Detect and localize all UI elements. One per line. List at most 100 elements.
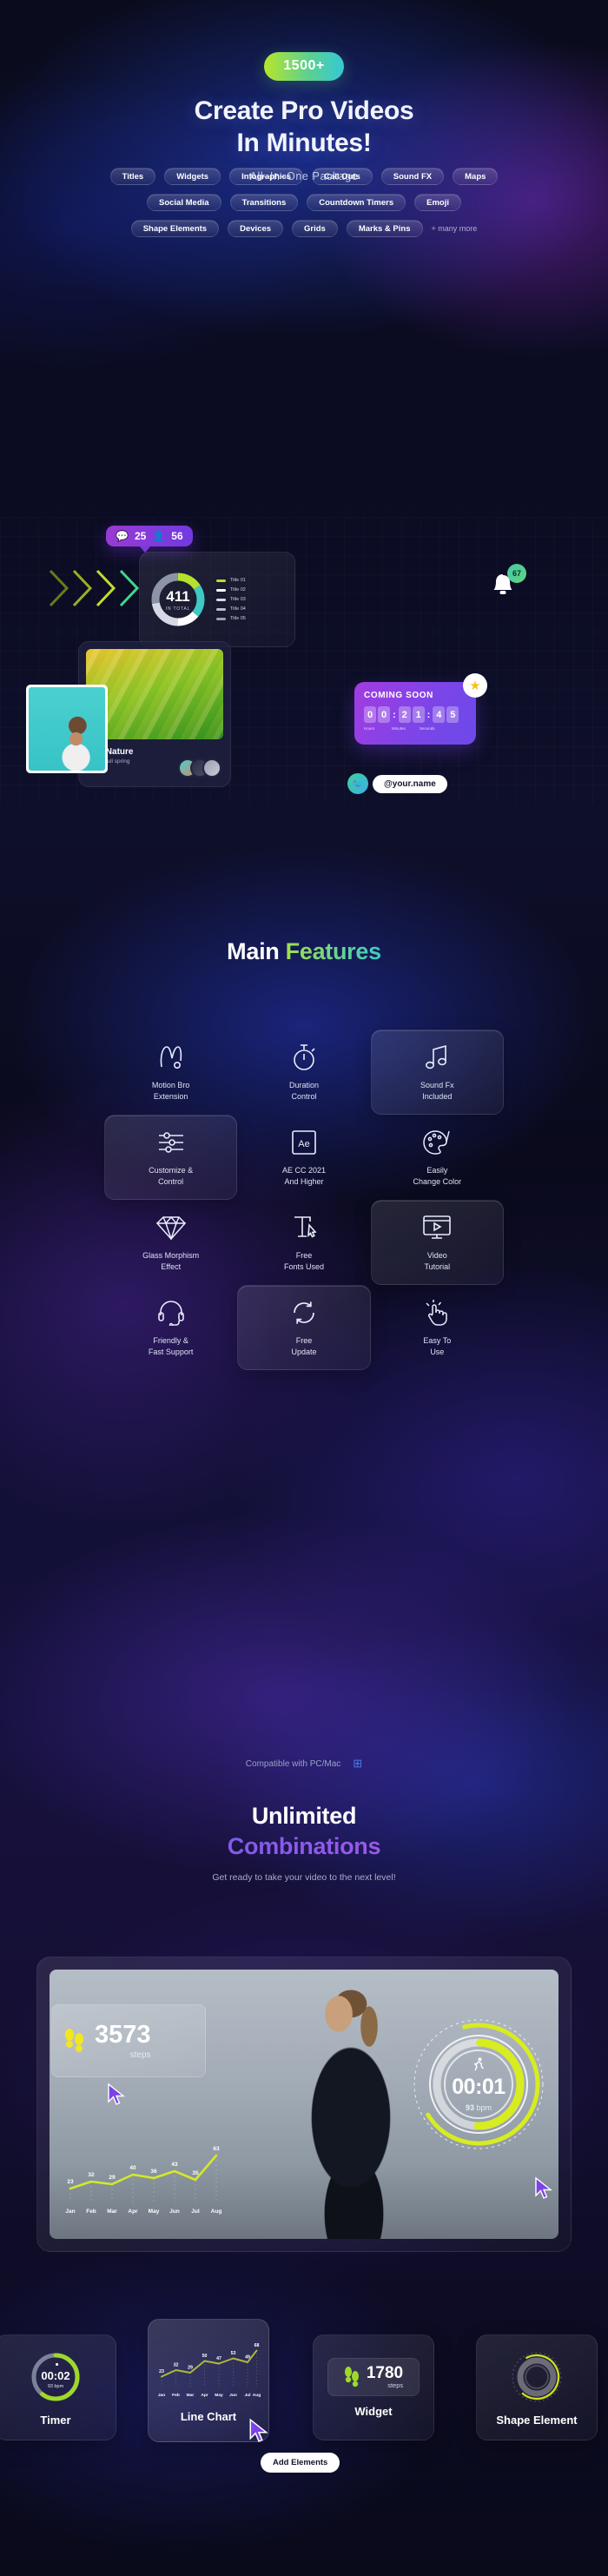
countdown-label-hours: Hours [364,726,375,731]
svg-text:49: 49 [245,2354,250,2360]
pill-countdown-timers[interactable]: Countdown Timers [307,194,406,211]
avatar-group [178,758,221,778]
legend-swatch [216,617,226,620]
feature-duration-control[interactable]: Duration Control [237,1030,370,1115]
more-label: + many more [431,224,478,233]
bpm-readout: 93 bpm [466,2103,492,2112]
hero-section: 1500+ Create Pro Videos In Minutes! All–… [0,52,608,182]
svg-text:32: 32 [174,2362,179,2367]
svg-text:43: 43 [171,2162,178,2168]
feature-video-tutorial[interactable]: Video Tutorial [370,1200,504,1285]
combinations-section: Unlimited Combinations Get ready to take… [0,1803,608,1883]
svg-text:Jul: Jul [191,2208,200,2215]
after-effects-icon: Ae [291,1128,317,1157]
pill-grids[interactable]: Grids [292,220,338,237]
features-heading: Main Features [0,938,608,965]
pill-social-media[interactable]: Social Media [147,194,221,211]
svg-text:40: 40 [129,2165,136,2171]
line-chart-preview-icon: 23 32 29 50 47 53 49 68 Jan Feb Mar Apr May Jun… [158,2343,261,2398]
donut-chart: 411 IN TOTAL [149,570,208,629]
countdown-labels: Hours Minutes Seconds [364,726,466,731]
steps-label: steps [129,2050,151,2060]
feature-change-color[interactable]: Easily Change Color [371,1115,504,1200]
music-note-icon [425,1043,449,1072]
toolbar-item-widget[interactable]: 1780 steps Widget [313,2334,434,2440]
video-play-icon [422,1213,452,1242]
pill-shape-elements[interactable]: Shape Elements [130,220,220,237]
countdown-digit: 0 [378,706,390,723]
feature-motion-bro[interactable]: Motion Bro Extension [104,1030,237,1115]
svg-text:Aug: Aug [253,2393,261,2398]
combinations-heading-line-1: Unlimited [251,1803,357,1829]
add-elements-tooltip[interactable]: Add Elements [261,2453,340,2473]
feature-free-update[interactable]: Free Update [237,1285,371,1370]
click-hand-icon [424,1298,450,1328]
feature-label: Customize & Control [149,1165,194,1186]
avatar [202,758,221,778]
feature-support[interactable]: Friendly & Fast Support [104,1285,237,1370]
page-title: Create Pro Videos In Minutes! [0,96,608,159]
steps-value: 3573 [95,2020,151,2049]
legend-swatch [216,579,226,582]
feature-label: Free Fonts Used [283,1250,324,1271]
svg-text:Mar: Mar [187,2393,195,2398]
text-cursor-icon [291,1213,317,1242]
coming-soon-countdown: COMING SOON 0 0 : 2 1 : 4 5 Hours Minute… [354,682,476,745]
feature-sound-fx[interactable]: Sound Fx Included [370,1030,504,1115]
pill-row-1: Titles Widgets Infographics Call Outs So… [0,168,608,185]
svg-text:Jan: Jan [65,2208,75,2215]
feature-label: Glass Morphism Effect [142,1250,200,1271]
engagement-bubble: 💬 25 👤 56 [106,526,193,553]
legend-label: Title 01 [230,578,246,583]
pill-maps[interactable]: Maps [453,168,499,185]
timer-preview-bpm: 93 bpm [48,2384,64,2389]
landing-page: 1500+ Create Pro Videos In Minutes! All–… [0,0,608,2576]
pill-widgets[interactable]: Widgets [164,168,221,185]
legend-item: Title 02 [216,587,246,593]
cursor-pointer-icon-3 [249,2418,268,2442]
toolbar-label: Widget [354,2404,393,2418]
pill-row-3: Shape Elements Devices Grids Marks & Pin… [0,220,608,237]
category-pills: Titles Widgets Infographics Call Outs So… [0,168,608,246]
feature-easy-to-use[interactable]: Easy To Use [371,1285,504,1370]
toolbar-item-shape-element[interactable]: Shape Element [476,2334,598,2440]
star-icon: ★ [463,673,487,698]
pill-sound-fx[interactable]: Sound FX [380,168,445,185]
combinations-heading-line-2: Combinations [0,1833,608,1860]
pill-emoji[interactable]: Emoji [414,194,461,211]
countdown-digit: 5 [446,706,459,723]
widget-preview-label: steps [387,2381,404,2389]
headset-icon [157,1298,184,1328]
footsteps-icon [65,2029,83,2052]
timer-value: 00:01 [452,2074,506,2099]
feature-glass-morphism[interactable]: Glass Morphism Effect [104,1200,237,1285]
features-grid-inner: Motion Bro Extension Duration Control So… [104,1030,504,1370]
pill-titles[interactable]: Titles [109,168,156,185]
pill-infographics[interactable]: Infographics [229,168,304,185]
countdown-digits: 0 0 : 2 1 : 4 5 [364,706,466,723]
timer-ring-widget: 00:01 93 bpm [409,2015,548,2154]
stopwatch-icon [291,1043,317,1072]
svg-text:68: 68 [254,2343,260,2348]
svg-text:Jul: Jul [244,2393,250,2398]
feature-customize-control[interactable]: Customize & Control [104,1115,238,1200]
svg-text:May: May [149,2208,160,2215]
legend-label: Title 02 [230,587,246,593]
pill-devices[interactable]: Devices [228,220,284,237]
svg-text:Mar: Mar [107,2208,117,2215]
countdown-digit: 2 [398,706,411,723]
pill-call-outs[interactable]: Call Outs [312,168,373,185]
toolbar-item-timer[interactable]: 00:02 93 bpm Timer [0,2334,116,2440]
features-heading-part1: Main [227,938,286,964]
donut-label: IN TOTAL [165,606,191,612]
feature-ae-version[interactable]: Ae AE CC 2021 And Higher [237,1115,370,1200]
feature-label: Friendly & Fast Support [148,1335,194,1356]
feature-free-fonts[interactable]: Free Fonts Used [237,1200,370,1285]
pill-marks-and-pins[interactable]: Marks & Pins [346,220,423,237]
feature-label: Easy To Use [423,1335,452,1356]
sliders-icon [157,1128,185,1157]
pill-transitions[interactable]: Transitions [229,194,299,211]
steps-widget: 3573 steps [51,2004,206,2077]
features-heading-part2: Features [285,938,381,964]
legend-item: Title 01 [216,578,246,583]
